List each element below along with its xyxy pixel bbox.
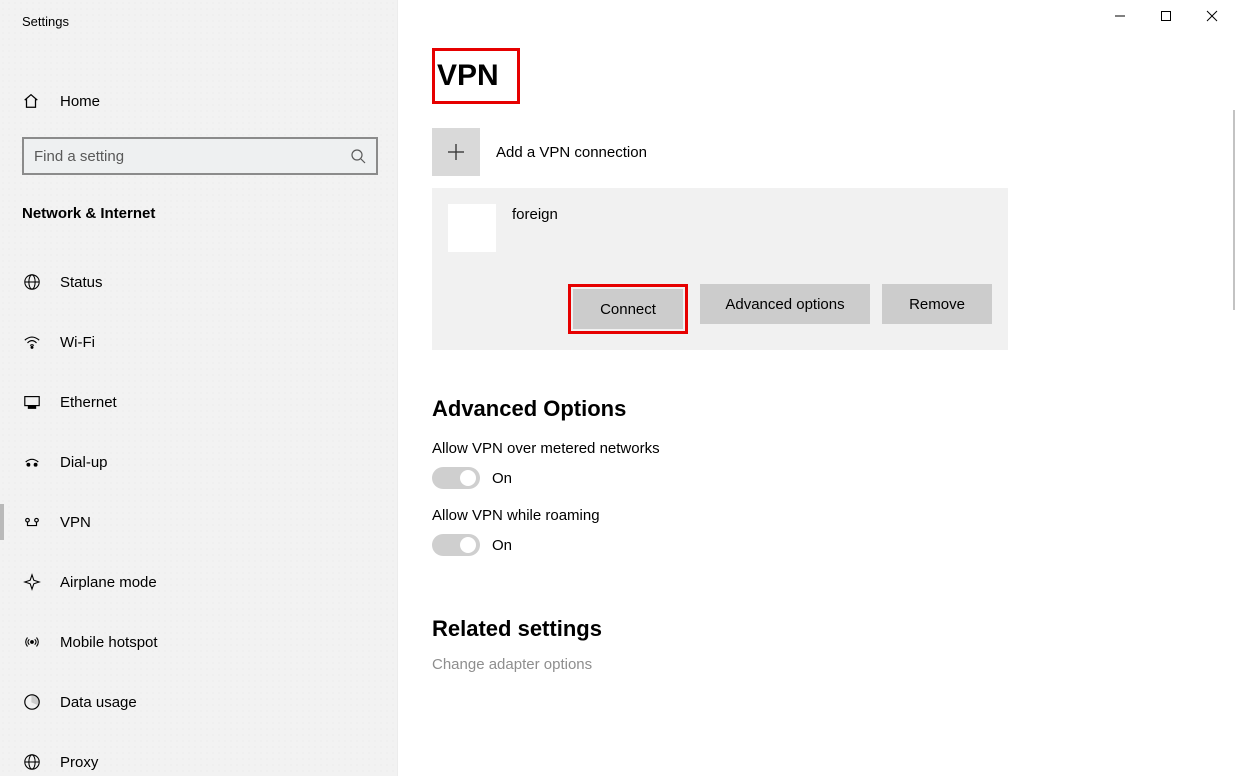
minimize-button[interactable]: [1097, 0, 1143, 32]
connect-button-highlight: Connect: [568, 284, 688, 334]
sidebar: Settings Home Find a setting Network & I…: [0, 0, 398, 776]
change-adapter-link[interactable]: Change adapter options: [432, 656, 1201, 673]
remove-button[interactable]: Remove: [882, 284, 992, 324]
toggle-metered-label: Allow VPN over metered networks: [432, 440, 1201, 457]
nav-home[interactable]: Home: [0, 79, 397, 123]
toggle-metered-state: On: [492, 470, 512, 487]
sidebar-item-datausage[interactable]: Data usage: [0, 672, 397, 732]
main-content: VPN Add a VPN connection foreign Connect…: [398, 0, 1235, 776]
nav-home-label: Home: [60, 93, 100, 110]
globe-icon: [22, 753, 42, 771]
sidebar-item-status[interactable]: Status: [0, 252, 397, 312]
advanced-options-button[interactable]: Advanced options: [700, 284, 870, 324]
connect-button[interactable]: Connect: [573, 289, 683, 329]
sidebar-category: Network & Internet: [0, 205, 397, 222]
home-icon: [22, 92, 42, 110]
toggle-roaming[interactable]: [432, 534, 480, 556]
advanced-options-heading: Advanced Options: [432, 396, 1201, 422]
vpn-connection-icon: [448, 204, 496, 252]
sidebar-item-hotspot[interactable]: Mobile hotspot: [0, 612, 397, 672]
sidebar-item-label: Dial-up: [60, 454, 108, 471]
sidebar-item-label: Mobile hotspot: [60, 634, 158, 651]
sidebar-item-label: Airplane mode: [60, 574, 157, 591]
sidebar-item-vpn[interactable]: VPN: [0, 492, 397, 552]
wifi-icon: [22, 333, 42, 351]
add-vpn-connection[interactable]: Add a VPN connection: [432, 128, 1201, 176]
vpn-connection-name: foreign: [512, 204, 558, 223]
toggle-roaming-state: On: [492, 537, 512, 554]
settings-window: Settings Home Find a setting Network & I…: [0, 0, 1235, 776]
sidebar-item-label: VPN: [60, 514, 91, 531]
close-button[interactable]: [1189, 0, 1235, 32]
window-controls: [1097, 0, 1235, 32]
maximize-button[interactable]: [1143, 0, 1189, 32]
add-vpn-label: Add a VPN connection: [496, 144, 647, 161]
ethernet-icon: [22, 393, 42, 411]
hotspot-icon: [22, 633, 42, 651]
datausage-icon: [22, 693, 42, 711]
sidebar-item-airplane[interactable]: Airplane mode: [0, 552, 397, 612]
sidebar-item-proxy[interactable]: Proxy: [0, 732, 397, 776]
vpn-icon: [22, 513, 42, 531]
sidebar-item-dialup[interactable]: Dial-up: [0, 432, 397, 492]
sidebar-item-label: Proxy: [60, 754, 98, 771]
toggle-metered-block: Allow VPN over metered networks On: [432, 440, 1201, 489]
search-icon: [350, 148, 366, 164]
page-title-highlight: VPN: [432, 48, 520, 104]
app-title: Settings: [0, 0, 397, 29]
airplane-icon: [22, 573, 42, 591]
globe-icon: [22, 273, 42, 291]
vpn-entry[interactable]: foreign Connect Advanced options Remove: [432, 188, 1008, 350]
toggle-roaming-block: Allow VPN while roaming On: [432, 507, 1201, 556]
related-settings-heading: Related settings: [432, 616, 1201, 642]
toggle-roaming-label: Allow VPN while roaming: [432, 507, 1201, 524]
toggle-metered[interactable]: [432, 467, 480, 489]
sidebar-nav: Status Wi-Fi Ethernet: [0, 252, 397, 776]
sidebar-item-label: Wi-Fi: [60, 334, 95, 351]
sidebar-item-label: Ethernet: [60, 394, 117, 411]
sidebar-item-label: Status: [60, 274, 103, 291]
sidebar-item-wifi[interactable]: Wi-Fi: [0, 312, 397, 372]
sidebar-item-ethernet[interactable]: Ethernet: [0, 372, 397, 432]
plus-icon: [432, 128, 480, 176]
search-placeholder: Find a setting: [34, 148, 350, 165]
dialup-icon: [22, 453, 42, 471]
search-input[interactable]: Find a setting: [22, 137, 378, 175]
page-title: VPN: [435, 51, 517, 101]
sidebar-item-label: Data usage: [60, 694, 137, 711]
